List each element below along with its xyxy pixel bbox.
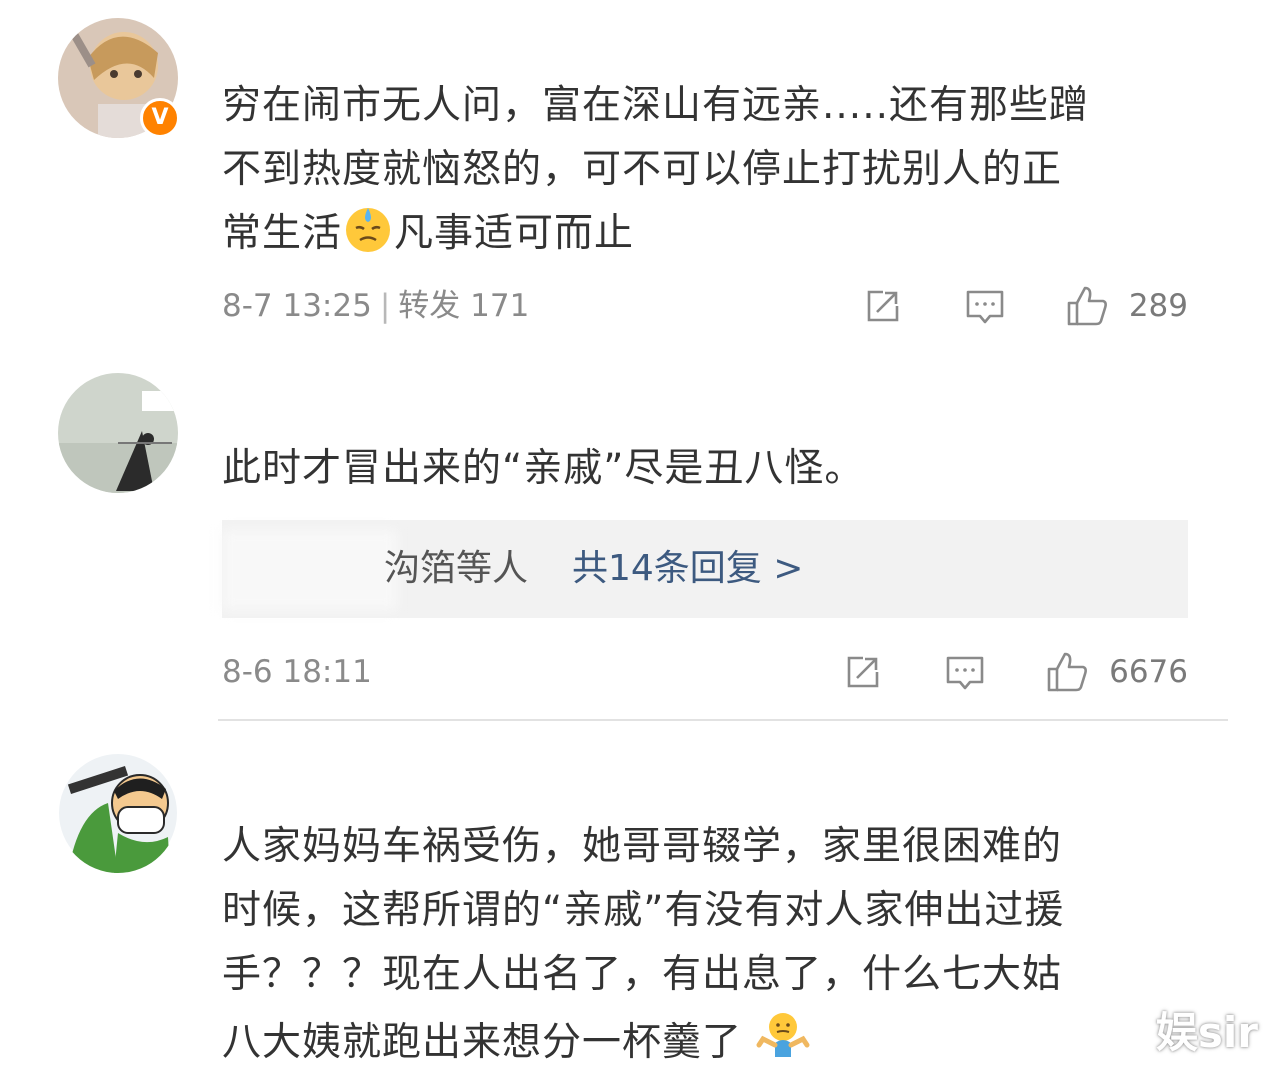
- comment-text: 人家妈妈车祸受伤，她哥哥辍学，家里很困难的 时候，这帮所谓的“亲戚”有没有对人家…: [222, 815, 1202, 1083]
- comment-line: 人家妈妈车祸受伤，她哥哥辍学，家里很困难的: [222, 824, 1063, 869]
- avatar[interactable]: [58, 373, 178, 493]
- comment-line: 手？？？现在人出名了，有出息了，什么七大姑: [222, 952, 1063, 997]
- like-count: 289: [1128, 288, 1188, 324]
- comment-text: 穷在闹市无人问，富在深山有远亲.....还有那些蹭 不到热度就恼怒的，可不可以停…: [222, 74, 1202, 274]
- blurred-username: [222, 530, 397, 610]
- timestamp: 8-7 13:25: [222, 288, 372, 324]
- comment-button[interactable]: [943, 650, 987, 694]
- comment-text: 此时才冒出来的“亲戚”尽是丑八怪。: [222, 437, 1202, 501]
- share-button[interactable]: [841, 650, 885, 694]
- comment-icon: [946, 656, 984, 690]
- comment-line: 穷在闹市无人问，富在深山有远亲.....还有那些蹭: [222, 83, 1089, 128]
- avatar[interactable]: [58, 753, 178, 873]
- comment-line: 此时才冒出来的“亲戚”尽是丑八怪。: [222, 446, 865, 491]
- repost-count[interactable]: 转发 171: [398, 288, 529, 324]
- comment-line: 常生活 凡事适可而止: [222, 202, 1202, 274]
- share-icon: [867, 290, 899, 322]
- like-button[interactable]: 6676: [1045, 650, 1188, 694]
- comment-line: 时候，这帮所谓的“亲戚”有没有对人家伸出过援: [222, 888, 1065, 933]
- comment-meta: 8-6 18:11: [222, 652, 372, 692]
- like-icon: [1067, 286, 1107, 326]
- like-button[interactable]: 289: [1065, 284, 1188, 328]
- reply-summary[interactable]: 沟箔等人 共14条回复 >: [222, 520, 1188, 618]
- comment-actions: 6676: [841, 650, 1188, 694]
- comment-button[interactable]: [963, 284, 1007, 328]
- sweat-face-emoji: [342, 202, 394, 274]
- share-button[interactable]: [861, 284, 905, 328]
- comment-line: 八大姨就跑出来想分一杯羹了: [222, 1007, 1202, 1083]
- share-icon: [847, 656, 879, 688]
- comment-divider: [218, 719, 1228, 721]
- like-count: 6676: [1109, 654, 1188, 690]
- comment-line: 不到热度就恼怒的，可不可以停止打扰别人的正: [222, 147, 1063, 192]
- timestamp: 8-6 18:11: [222, 654, 372, 690]
- comment-meta: 8-7 13:25 | 转发 171: [222, 286, 529, 326]
- view-replies-link[interactable]: 共14条回复 >: [572, 545, 803, 593]
- like-icon: [1047, 652, 1088, 692]
- meta-separator: |: [379, 288, 391, 324]
- reply-names: 沟箔等人: [384, 548, 529, 589]
- shrug-emoji: [755, 1007, 811, 1083]
- watermark: 娱sir: [1155, 1008, 1258, 1057]
- comment-icon: [966, 290, 1004, 324]
- verified-badge: V: [140, 98, 180, 138]
- comment-actions: 289: [861, 284, 1188, 328]
